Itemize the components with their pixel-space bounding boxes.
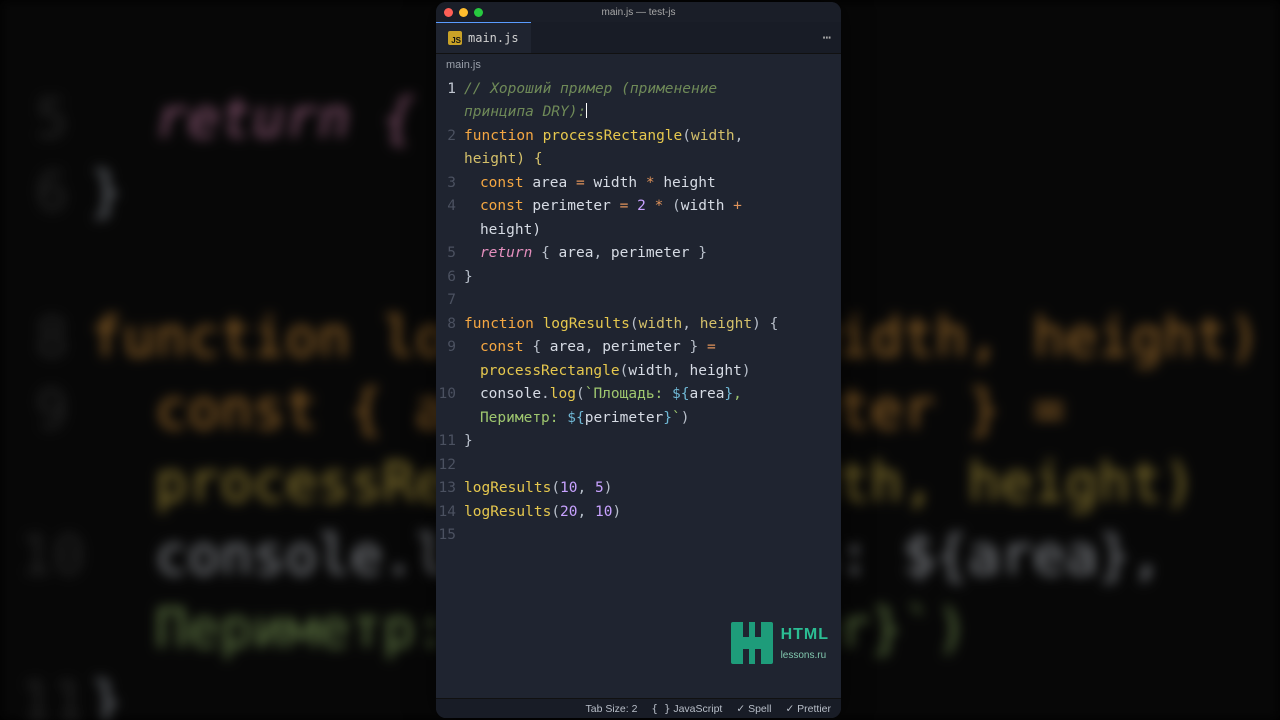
window-titlebar[interactable]: main.js — test-js (436, 2, 841, 22)
status-bar: Tab Size: 2 { } JavaScript Spell Prettie… (436, 698, 841, 718)
editor-window: main.js — test-js JS main.js ⋯ main.js 1… (436, 2, 841, 718)
tab-label: main.js (468, 31, 519, 45)
status-spell[interactable]: Spell (736, 703, 771, 715)
watermark-logo: HTML lessons.ru (731, 622, 829, 664)
tab-main-js[interactable]: JS main.js (436, 22, 531, 53)
breadcrumb[interactable]: main.js (436, 54, 841, 76)
status-language[interactable]: { } JavaScript (651, 703, 722, 715)
tab-bar: JS main.js ⋯ (436, 22, 841, 54)
logo-h-icon (731, 622, 773, 664)
code-editor[interactable]: 1// Хороший пример (применение принципа … (436, 76, 841, 698)
js-file-icon: JS (448, 31, 462, 45)
status-prettier[interactable]: Prettier (785, 703, 831, 715)
tab-overflow-icon[interactable]: ⋯ (823, 22, 833, 53)
status-tabsize[interactable]: Tab Size: 2 (585, 703, 637, 715)
text-cursor (586, 103, 587, 118)
window-title: main.js — test-js (436, 7, 841, 18)
